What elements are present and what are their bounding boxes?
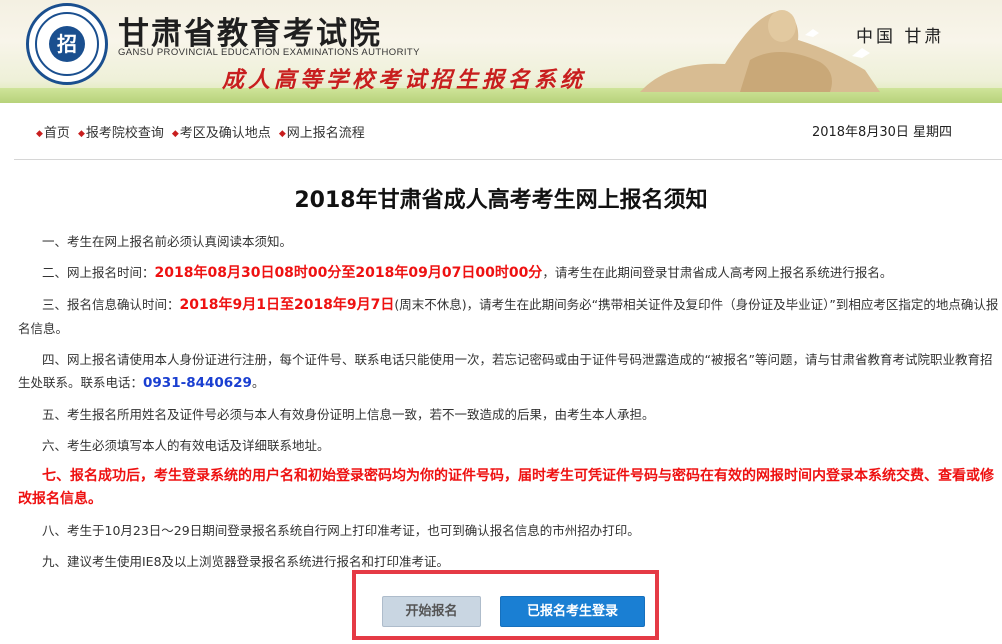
- contact-phone: 0931-8440629: [143, 375, 252, 391]
- org-name-en: GANSU PROVINCIAL EDUCATION EXAMINATIONS …: [118, 47, 420, 58]
- start-registration-button[interactable]: 开始报名: [382, 596, 481, 627]
- notice-text: 。: [251, 375, 265, 390]
- divider: [14, 159, 1002, 160]
- confirmation-time: 2018年9月1日至2018年9月7日: [179, 297, 395, 313]
- notice-item-3: 三、报名信息确认时间：2018年9月1日至2018年9月7日(周末不休息)，请考…: [18, 293, 1002, 340]
- notice-item-2: 二、网上报名时间：2018年08月30日08时00分至2018年09月07日00…: [18, 261, 1002, 285]
- nav-label: 网上报名流程: [286, 126, 365, 141]
- notice-item-4: 四、网上报名请使用本人身份证进行注册，每个证件号、联系电话只能使用一次，若忘记密…: [18, 348, 1002, 395]
- bullet-icon: ◆: [36, 129, 43, 139]
- org-logo: 招: [26, 3, 108, 85]
- nav-exam-area[interactable]: ◆考区及确认地点: [172, 122, 271, 141]
- notice-item-1: 一、考生在网上报名前必须认真阅读本须知。: [42, 234, 293, 249]
- header-banner: 招 甘肃省教育考试院 GANSU PROVINCIAL EDUCATION EX…: [0, 0, 1002, 103]
- nav-label: 首页: [43, 126, 70, 141]
- region-label: 中国 甘肃: [856, 27, 945, 47]
- bullet-icon: ◆: [77, 129, 85, 139]
- notice-item-7: 七、报名成功后，考生登录系统的用户名和初始登录密码均为你的证件号码，届时考生可凭…: [18, 468, 994, 507]
- page-title: 2018年甘肃省成人高考考生网上报名须知: [294, 188, 708, 213]
- nav-label: 考区及确认地点: [179, 126, 271, 141]
- logo-core: 招: [49, 26, 85, 62]
- notice-item-6: 六、考生必须填写本人的有效电话及详细联系地址。: [42, 438, 330, 453]
- notice-item-8: 八、考生于10月23日～29日期间登录报名系统自行网上打印准考证，也可到确认报名…: [42, 523, 640, 538]
- current-date: 2018年8月30日 星期四: [811, 125, 952, 140]
- top-nav: ◆首页 ◆报考院校查询 ◆考区及确认地点 ◆网上报名流程: [36, 122, 365, 141]
- nav-label: 报考院校查询: [85, 126, 164, 141]
- mother-river-statue-image: [640, 10, 880, 92]
- notice-text: 三、报名信息确认时间：: [42, 297, 180, 312]
- notice-item-5: 五、考生报名所用姓名及证件号必须与本人有效身份证明上信息一致，若不一致造成的后果…: [42, 407, 655, 422]
- nav-home[interactable]: ◆首页: [36, 122, 70, 141]
- bullet-icon: ◆: [278, 129, 286, 139]
- registered-login-button[interactable]: 已报名考生登录: [500, 596, 645, 627]
- nav-registration-process[interactable]: ◆网上报名流程: [279, 122, 365, 141]
- registration-time: 2018年08月30日08时00分至2018年09月07日00时00分: [154, 265, 543, 281]
- notice-text: 二、网上报名时间：: [42, 265, 155, 280]
- nav-school-query[interactable]: ◆报考院校查询: [78, 122, 164, 141]
- system-name: 成人高等学校考试招生报名系统: [222, 67, 587, 93]
- notice-body: 一、考生在网上报名前必须认真阅读本须知。 二、网上报名时间：2018年08月30…: [18, 230, 1002, 581]
- bullet-icon: ◆: [171, 129, 179, 139]
- notice-text: ，请考生在此期间登录甘肃省成人高考网上报名系统进行报名。: [542, 265, 893, 280]
